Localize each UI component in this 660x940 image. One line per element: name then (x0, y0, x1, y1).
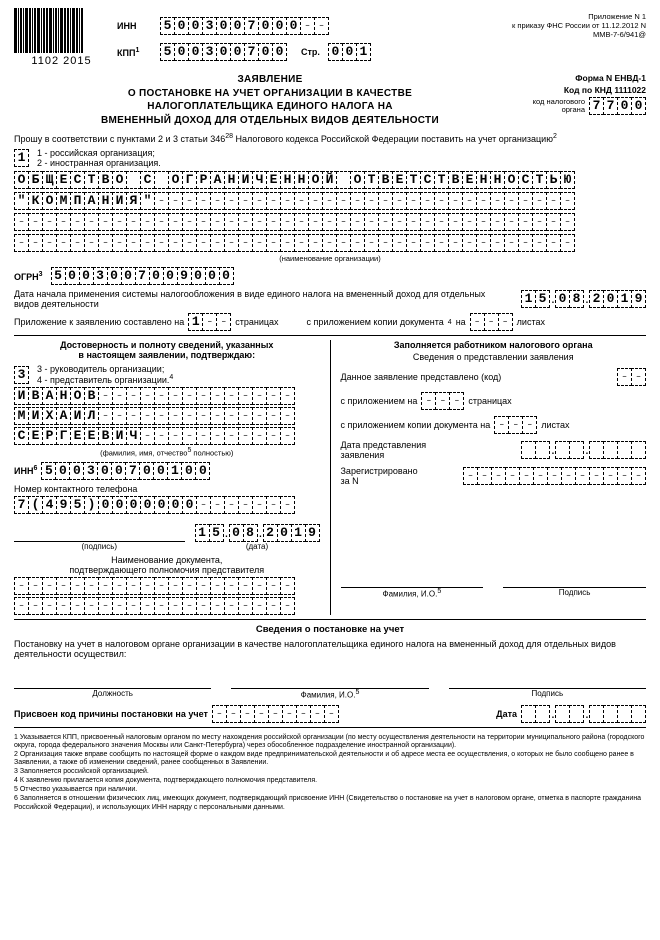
barcode: 1102 2015 (14, 8, 109, 67)
ogrn-label: ОГРН (14, 272, 39, 282)
ogrn-field[interactable]: 5003007009000 (51, 267, 234, 285)
kpp-field[interactable]: 500300700 (160, 43, 287, 61)
form-code: Форма N ЕНВД-1 (526, 73, 646, 83)
phone-field[interactable]: 7(495)0000000------- (14, 496, 295, 514)
role-field[interactable]: 3 (14, 366, 29, 384)
attach-text2: с приложением копии документа (307, 317, 444, 327)
attachment-note: Приложение N 1 (588, 12, 646, 21)
tax-code-label: код налогового органа (530, 98, 585, 115)
rb-line2a: с приложением на (341, 396, 418, 406)
title-line3: НАЛОГОПЛАТЕЛЬЩИКА ЕДИНОГО НАЛОГА НА (14, 100, 526, 114)
page-label: Стр. (301, 47, 320, 57)
inn-field[interactable]: 5003007000-- (160, 17, 329, 35)
rb-line3a: с приложением копии документа на (341, 420, 491, 430)
firstname-field[interactable]: МИХАИЛ-------------- (14, 407, 295, 425)
kpp-label: КПП (117, 48, 135, 58)
attach-text1: Приложение к заявлению составлено на (14, 317, 184, 327)
rb-line5a: Зарегистрировано (341, 466, 418, 476)
confirm-inn-label: ИНН (14, 466, 33, 476)
org-name-row2[interactable]: "КОМПАНИЯ"------------------------------ (14, 192, 575, 210)
reg-sign-label: Подпись (449, 689, 646, 698)
rb-line4a: Дата представления (341, 440, 427, 450)
order-ref: к приказу ФНС России от 11.12.2012 N ММВ… (512, 21, 646, 39)
rb-code-field[interactable]: -- (617, 368, 646, 386)
title-line2: О ПОСТАНОВКЕ НА УЧЕТ ОРГАНИЗАЦИИ В КАЧЕС… (14, 87, 526, 101)
reg-text: Постановку на учет в налоговом органе ор… (14, 639, 646, 659)
org-type-field[interactable]: 1 (14, 149, 29, 167)
title-line1: ЗАЯВЛЕНИЕ (14, 73, 526, 87)
attach-pages-label: страницах (235, 317, 278, 327)
confirm-heading2: в настоящем заявлении, подтверждаю: (14, 350, 320, 360)
reg-date-label: Дата (496, 709, 517, 719)
footnotes: 1 Указывается КПП, присвоенный налоговым… (14, 734, 646, 811)
rb-pages-field[interactable]: --- (421, 392, 464, 410)
rb-line5b: за N (341, 476, 418, 486)
start-date-field[interactable]: 15.08.2019 (521, 290, 646, 308)
barcode-number: 1102 2015 (14, 55, 109, 67)
fio-caption: (фамилия, имя, отчество5 полностью) (14, 447, 320, 458)
page-field: 001 (328, 43, 371, 61)
confirm-date-field[interactable]: 15.08.2019 (195, 524, 320, 542)
confirm-heading1: Достоверность и полноту сведений, указан… (14, 340, 320, 350)
start-date-label: Дата начала применения системы налогообл… (14, 289, 521, 309)
org-type-2: 2 - иностранная организация. (37, 158, 161, 168)
role-3: 3 - руководитель организации; (37, 364, 173, 374)
org-name-row3[interactable]: ---------------------------------------- (14, 213, 575, 231)
rb-line3b: листах (541, 420, 569, 430)
attach-sheets-field[interactable]: --- (470, 313, 513, 331)
reg-kpp-label: Присвоен код причины постановки на учет (14, 709, 208, 719)
phone-label: Номер контактного телефона (14, 484, 320, 494)
reg-fio-line[interactable] (231, 675, 428, 689)
doc-row2[interactable]: -------------------- (14, 597, 295, 615)
rb-regn-field[interactable]: ------------- (463, 467, 646, 485)
rb-sign-line[interactable] (503, 574, 646, 588)
attach-on: на (456, 317, 466, 327)
role-4: 4 - представитель организации. (37, 375, 169, 385)
rb-fio-line[interactable] (341, 574, 484, 588)
doc-row1[interactable]: -------------------- (14, 577, 295, 595)
rb-line1: Данное заявление представлено (код) (341, 372, 502, 382)
rb-sheets-field[interactable]: --- (494, 416, 537, 434)
intro-text: Прошу в соответствии с пунктами 2 и 3 ст… (14, 133, 646, 144)
org-type-1: 1 - российская организация; (37, 148, 161, 158)
rb-date-field[interactable]: .. (521, 441, 646, 459)
doc-label1: Наименование документа, (14, 555, 320, 565)
org-name-row1[interactable]: ОБЩЕСТВОСОГРАНИЧЕННОЙОТВЕТСТВЕННОСТЬЮ (14, 171, 575, 189)
org-name-row4[interactable]: ---------------------------------------- (14, 234, 575, 252)
org-name-caption: (наименование организации) (14, 254, 646, 263)
tax-code-field[interactable]: 7700 (589, 97, 646, 115)
rb-heading: Заполняется работником налогового органа (341, 340, 647, 350)
reg-position-label: Должность (14, 689, 211, 698)
reg-position-line[interactable] (14, 675, 211, 689)
signature-line[interactable] (14, 528, 185, 542)
lastname-field[interactable]: ИВАНОВ-------------- (14, 387, 295, 405)
inn-label: ИНН (117, 21, 152, 31)
rb-line2b: страницах (468, 396, 511, 406)
attach-sheets-label: листах (517, 317, 545, 327)
patronymic-field[interactable]: СЕРГЕЕВИЧ----------- (14, 427, 295, 445)
reg-heading: Сведения о постановке на учет (14, 619, 646, 635)
attach-pages-field[interactable]: 1-- (188, 313, 231, 331)
title-line4: ВМЕНЕННЫЙ ДОХОД ДЛЯ ОТДЕЛЬНЫХ ВИДОВ ДЕЯТ… (14, 114, 526, 128)
signature-label: (подпись) (14, 542, 185, 551)
reg-kpp-field[interactable]: --------- (212, 705, 339, 723)
reg-date-field[interactable]: .. (521, 705, 646, 723)
reg-sign-line[interactable] (449, 675, 646, 689)
confirm-inn-field[interactable]: 500300700100 (41, 462, 210, 480)
confirm-date-label: (дата) (195, 542, 320, 551)
rb-sub: Сведения о представлении заявления (341, 352, 647, 362)
rb-line4b: заявления (341, 450, 427, 460)
knd-code: Код по КНД 1111022 (526, 85, 646, 95)
doc-label2: подтверждающего полномочия представителя (14, 565, 320, 575)
